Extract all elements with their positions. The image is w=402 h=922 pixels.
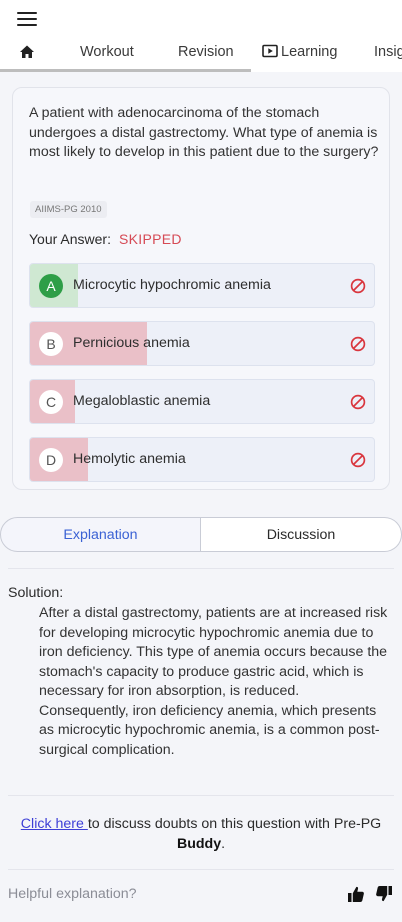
doubts-text: to discuss doubts on this question with … xyxy=(87,816,382,832)
tab-bar: Workout Revision Learning Insig xyxy=(0,38,402,72)
thumbs-down-icon[interactable] xyxy=(375,885,393,903)
option-c-text: Megaloblastic anemia xyxy=(73,393,211,409)
helpful-label: Helpful explanation? xyxy=(8,886,137,902)
play-video-icon xyxy=(262,44,278,58)
tab-learning[interactable]: Learning xyxy=(262,44,337,60)
tab-insights[interactable]: Insig xyxy=(374,44,402,60)
home-icon xyxy=(20,45,34,58)
divider xyxy=(8,869,394,870)
doubts-end: . xyxy=(221,835,226,852)
option-d-letter: D xyxy=(39,448,63,472)
click-here-link[interactable]: Click here xyxy=(21,816,88,832)
tab-learning-label: Learning xyxy=(281,44,338,60)
tab-workout[interactable]: Workout xyxy=(80,44,134,60)
divider xyxy=(8,795,394,796)
doubts-prompt: Click here to discuss doubts on this que… xyxy=(8,815,394,854)
your-answer: Your Answer: SKIPPED xyxy=(29,231,182,247)
question-card: A patient with adenocarcinoma of the sto… xyxy=(12,87,390,490)
option-b-letter: B xyxy=(39,332,63,356)
option-d-text: Hemolytic anemia xyxy=(73,451,186,467)
your-answer-label: Your Answer: xyxy=(29,231,111,247)
your-answer-value: SKIPPED xyxy=(118,231,182,247)
not-allowed-icon xyxy=(350,336,366,352)
tab-revision[interactable]: Revision xyxy=(178,44,234,60)
exam-tag: AIIMS-PG 2010 xyxy=(30,201,107,218)
solution-toggle: Explanation Discussion xyxy=(0,517,402,552)
option-d[interactable]: D Hemolytic anemia xyxy=(29,437,375,482)
option-b[interactable]: B Pernicious anemia xyxy=(29,321,375,366)
thumbs-up-icon[interactable] xyxy=(347,885,365,903)
not-allowed-icon xyxy=(350,278,366,294)
option-c[interactable]: C Megaloblastic anemia xyxy=(29,379,375,424)
not-allowed-icon xyxy=(350,394,366,410)
explanation-tab[interactable]: Explanation xyxy=(0,517,201,552)
option-a-text: Microcytic hypochromic anemia xyxy=(73,277,271,293)
buddy-label: Buddy xyxy=(176,835,222,852)
solution-label: Solution: xyxy=(8,585,64,601)
top-bar: Workout Revision Learning Insig xyxy=(0,0,402,72)
discussion-tab[interactable]: Discussion xyxy=(201,517,402,552)
option-a-letter: A xyxy=(39,274,63,298)
option-c-letter: C xyxy=(39,390,63,414)
option-a[interactable]: A Microcytic hypochromic anemia xyxy=(29,263,375,308)
divider xyxy=(8,568,394,569)
solution-text: After a distal gastrectomy, patients are… xyxy=(39,605,388,758)
tab-indicator xyxy=(0,69,251,72)
not-allowed-icon xyxy=(350,452,366,468)
menu-icon[interactable] xyxy=(17,12,37,28)
option-b-text: Pernicious anemia xyxy=(73,335,190,351)
tab-home[interactable] xyxy=(19,44,35,64)
question-text: A patient with adenocarcinoma of the sto… xyxy=(29,105,379,160)
